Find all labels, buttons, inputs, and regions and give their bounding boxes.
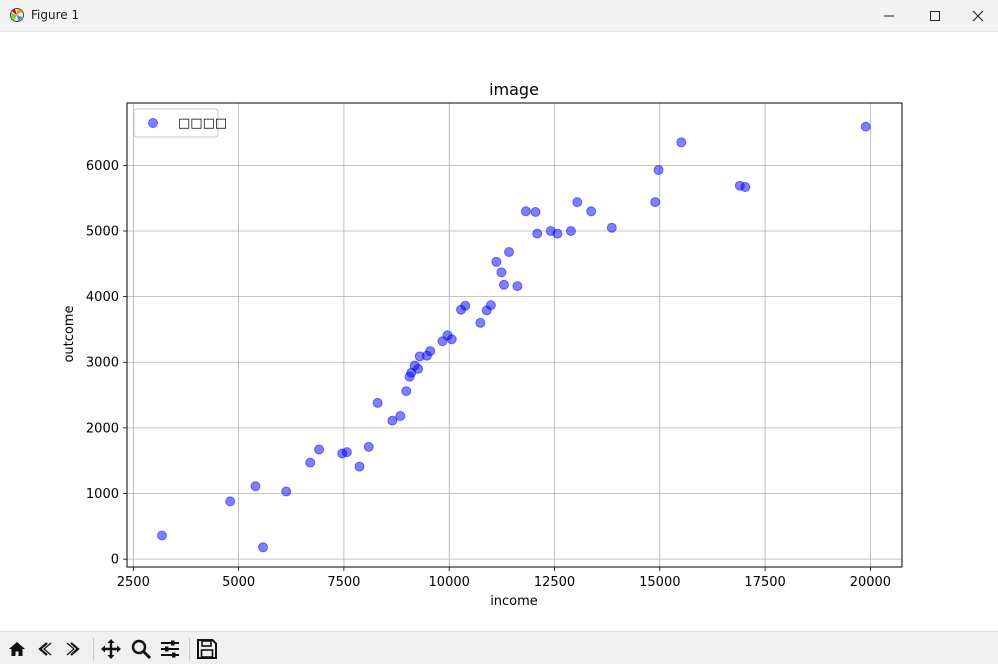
zoom-button[interactable] bbox=[129, 638, 153, 660]
pan-button[interactable] bbox=[99, 638, 123, 660]
data-point bbox=[425, 346, 436, 357]
data-point bbox=[520, 206, 531, 217]
forward-icon bbox=[66, 642, 80, 656]
legend-label: □□□□ bbox=[178, 116, 227, 131]
matplotlib-app-icon bbox=[10, 8, 24, 22]
x-axis-label: income bbox=[490, 594, 538, 609]
save-button[interactable] bbox=[195, 638, 219, 660]
data-point bbox=[413, 363, 424, 374]
x-tick-label: 12500 bbox=[534, 575, 575, 590]
axis-ticks: 2500 5000 7500 10000 12500 15000 17500 20000 0 10… bbox=[86, 159, 891, 590]
home-icon bbox=[9, 642, 25, 656]
plot-frame bbox=[126, 102, 903, 568]
save-icon bbox=[197, 639, 217, 659]
minimize-icon bbox=[884, 15, 894, 16]
data-point bbox=[676, 137, 687, 148]
x-tick-label: 7500 bbox=[327, 575, 360, 590]
navigation-toolbar bbox=[0, 631, 998, 664]
x-tick-label: 2500 bbox=[117, 575, 150, 590]
data-point bbox=[225, 496, 236, 507]
data-point bbox=[281, 486, 292, 497]
data-point bbox=[565, 225, 576, 236]
data-point bbox=[512, 281, 523, 292]
configure-subplots-button[interactable] bbox=[158, 638, 182, 660]
data-point bbox=[250, 481, 261, 492]
data-point bbox=[387, 415, 398, 426]
x-tick-label: 15000 bbox=[639, 575, 680, 590]
x-tick-label: 17500 bbox=[744, 575, 785, 590]
maximize-button[interactable] bbox=[912, 0, 958, 31]
y-tick-label: 6000 bbox=[86, 159, 119, 174]
data-point bbox=[305, 457, 316, 468]
y-tick-label: 0 bbox=[111, 553, 119, 568]
close-button[interactable] bbox=[955, 0, 998, 31]
home-button[interactable] bbox=[5, 638, 29, 660]
maximize-icon bbox=[930, 10, 940, 21]
y-axis-label: outcome bbox=[62, 305, 77, 362]
data-point bbox=[446, 334, 457, 345]
y-tick-label: 2000 bbox=[86, 421, 119, 436]
data-point bbox=[530, 206, 541, 217]
data-point bbox=[586, 206, 597, 217]
data-point bbox=[258, 542, 269, 553]
scatter-chart: 2500 5000 7500 10000 12500 15000 17500 20000 0 10… bbox=[62, 80, 903, 609]
data-points bbox=[156, 121, 871, 553]
toolbar-separator bbox=[189, 638, 190, 660]
toolbar-separator bbox=[93, 638, 94, 660]
configure-subplots-icon bbox=[161, 640, 179, 658]
title-bar: Figure 1 bbox=[0, 0, 998, 32]
data-point bbox=[354, 461, 365, 472]
legend-marker bbox=[148, 118, 158, 128]
data-point bbox=[401, 386, 412, 397]
data-point bbox=[740, 182, 751, 193]
data-point bbox=[552, 228, 563, 239]
data-point bbox=[498, 279, 509, 290]
y-tick-label: 1000 bbox=[86, 487, 119, 502]
y-tick-label: 4000 bbox=[86, 290, 119, 305]
data-point bbox=[485, 300, 496, 311]
data-point bbox=[363, 441, 374, 452]
pan-icon bbox=[101, 639, 121, 659]
x-tick-label: 20000 bbox=[850, 575, 891, 590]
data-point bbox=[860, 121, 871, 132]
x-tick-label: 5000 bbox=[222, 575, 255, 590]
data-point bbox=[156, 530, 167, 541]
legend: □□□□ bbox=[133, 108, 227, 138]
grid bbox=[127, 103, 902, 567]
data-point bbox=[653, 164, 664, 175]
data-point bbox=[572, 197, 583, 208]
data-point bbox=[532, 228, 543, 239]
chart-title: image bbox=[489, 80, 539, 99]
data-point bbox=[314, 444, 325, 455]
data-point bbox=[372, 397, 383, 408]
y-tick-label: 3000 bbox=[86, 356, 119, 371]
data-point bbox=[395, 411, 406, 422]
data-point bbox=[504, 246, 515, 257]
data-point bbox=[341, 447, 352, 458]
data-point bbox=[460, 300, 471, 311]
zoom-icon bbox=[131, 639, 152, 660]
data-point bbox=[491, 256, 502, 267]
data-point bbox=[496, 267, 507, 278]
x-tick-label: 10000 bbox=[429, 575, 470, 590]
figure-canvas[interactable]: 2500 5000 7500 10000 12500 15000 17500 20000 0 10… bbox=[0, 32, 998, 631]
back-button[interactable] bbox=[33, 638, 57, 660]
back-icon bbox=[38, 642, 52, 656]
data-point bbox=[650, 197, 661, 208]
minimize-button[interactable] bbox=[866, 0, 912, 31]
y-tick-label: 5000 bbox=[86, 224, 119, 239]
data-point bbox=[606, 222, 617, 233]
forward-button[interactable] bbox=[61, 638, 85, 660]
window-title: Figure 1 bbox=[31, 8, 80, 22]
close-icon bbox=[972, 10, 984, 21]
data-point bbox=[475, 317, 486, 328]
